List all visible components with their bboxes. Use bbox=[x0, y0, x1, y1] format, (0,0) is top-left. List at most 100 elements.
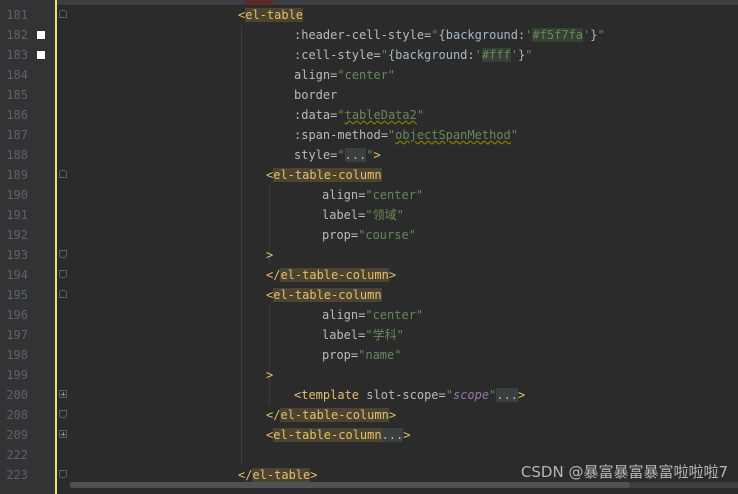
code-line[interactable]: 182:header-cell-style="{background:'#f5f… bbox=[0, 25, 738, 45]
code-line[interactable]: 185 border bbox=[0, 85, 738, 105]
code-token: el-table-column bbox=[273, 168, 382, 182]
code-text: prop="name" bbox=[322, 345, 401, 365]
code-text: align="center" bbox=[322, 305, 423, 325]
collapse-fold-icon[interactable] bbox=[59, 410, 67, 418]
code-token: align= bbox=[322, 188, 366, 202]
line-number: 198 bbox=[6, 348, 28, 362]
horizontal-scrollbar[interactable] bbox=[70, 482, 738, 488]
code-line[interactable]: 194 </el-table-column> bbox=[0, 265, 738, 285]
code-line[interactable]: 191 label="领域" bbox=[0, 205, 738, 225]
line-number: 188 bbox=[6, 148, 28, 162]
code-token: label= bbox=[322, 328, 366, 342]
code-token: prop= bbox=[322, 228, 359, 242]
line-number: 190 bbox=[6, 188, 28, 202]
code-token: ... bbox=[344, 148, 367, 162]
code-token: :data= bbox=[294, 108, 338, 122]
code-token: } bbox=[590, 28, 598, 42]
code-line[interactable]: 193 > bbox=[0, 245, 738, 265]
code-text: prop="course" bbox=[322, 225, 416, 245]
code-text: <template slot-scope="scope"...> bbox=[294, 385, 525, 405]
line-number: 185 bbox=[6, 88, 28, 102]
code-line[interactable]: 183:cell-style="{background:'#fff'}" bbox=[0, 45, 738, 65]
collapse-fold-icon[interactable] bbox=[59, 250, 67, 258]
line-number: 181 bbox=[6, 8, 28, 22]
code-token: " bbox=[366, 148, 374, 162]
code-token: style= bbox=[294, 148, 338, 162]
code-line[interactable]: 209 <el-table-column...> bbox=[0, 425, 738, 445]
code-token: " bbox=[510, 128, 518, 142]
code-line[interactable]: 198 prop="name" bbox=[0, 345, 738, 365]
code-token: > bbox=[373, 148, 381, 162]
collapse-fold-icon[interactable] bbox=[59, 290, 67, 298]
collapse-fold-icon[interactable] bbox=[59, 170, 67, 178]
code-token: "name" bbox=[358, 348, 402, 362]
collapse-fold-icon[interactable] bbox=[59, 470, 67, 478]
code-token: > bbox=[266, 248, 274, 262]
line-number: 195 bbox=[6, 288, 28, 302]
line-number: 223 bbox=[6, 468, 28, 482]
line-number: 209 bbox=[6, 428, 28, 442]
code-text: align="center" bbox=[294, 65, 395, 85]
code-token: > bbox=[388, 408, 397, 422]
code-token: align= bbox=[294, 68, 338, 82]
collapse-fold-icon[interactable] bbox=[59, 10, 67, 18]
code-line[interactable]: 196 align="center" bbox=[0, 305, 738, 325]
code-token: prop= bbox=[322, 348, 359, 362]
code-text: <el-table-column...> bbox=[266, 425, 411, 445]
code-token: "学科" bbox=[365, 328, 404, 342]
code-text: label="领域" bbox=[322, 205, 404, 225]
code-token: objectSpanMethod bbox=[395, 128, 511, 142]
line-number: 182 bbox=[6, 28, 28, 42]
code-token: el-table-column bbox=[280, 408, 389, 422]
line-number: 222 bbox=[6, 448, 28, 462]
code-line[interactable]: 197 label="学科" bbox=[0, 325, 738, 345]
code-token: slot-scope= bbox=[366, 388, 446, 402]
code-token: " bbox=[525, 48, 533, 62]
code-token: " bbox=[416, 108, 425, 122]
code-token: #fff bbox=[481, 48, 511, 62]
code-token: el-table bbox=[252, 468, 311, 482]
code-token: </ bbox=[266, 408, 281, 422]
line-number: 200 bbox=[6, 388, 28, 402]
line-number: 183 bbox=[6, 48, 28, 62]
code-token: {background: bbox=[387, 48, 475, 62]
code-token: </ bbox=[238, 468, 253, 482]
code-line[interactable]: 186:data="tableData2" bbox=[0, 105, 738, 125]
watermark: CSDN @暴富暴富暴富啦啦啦7 bbox=[520, 463, 728, 481]
code-line[interactable]: 192 prop="course" bbox=[0, 225, 738, 245]
line-number: 199 bbox=[6, 368, 28, 382]
line-number: 196 bbox=[6, 308, 28, 322]
collapse-fold-icon[interactable] bbox=[59, 270, 67, 278]
code-line[interactable]: 190 align="center" bbox=[0, 185, 738, 205]
line-number: 192 bbox=[6, 228, 28, 242]
expand-fold-icon[interactable] bbox=[59, 390, 67, 398]
expand-fold-icon[interactable] bbox=[59, 430, 67, 438]
scrollbar-thumb[interactable] bbox=[70, 482, 630, 488]
code-token: el-table-column bbox=[280, 268, 389, 282]
code-line[interactable]: 181 <el-table bbox=[0, 5, 738, 25]
code-line[interactable]: 208 </el-table-column> bbox=[0, 405, 738, 425]
code-text: > bbox=[266, 365, 273, 385]
code-token: " bbox=[337, 108, 345, 122]
code-token: " bbox=[597, 28, 605, 42]
code-line[interactable]: 187:span-method="objectSpanMethod" bbox=[0, 125, 738, 145]
line-number: 194 bbox=[6, 268, 28, 282]
code-token: > bbox=[403, 428, 411, 442]
code-text: label="学科" bbox=[322, 325, 404, 345]
code-token: " bbox=[431, 28, 439, 42]
code-line[interactable]: 184 align="center" bbox=[0, 65, 738, 85]
code-token: "center" bbox=[365, 188, 424, 202]
bookmark-icon[interactable] bbox=[37, 31, 45, 39]
line-number: 193 bbox=[6, 248, 28, 262]
code-line[interactable]: 195 <el-table-column bbox=[0, 285, 738, 305]
code-text: <el-table bbox=[238, 5, 304, 25]
code-line[interactable]: 189 <el-table-column bbox=[0, 165, 738, 185]
code-line[interactable]: 199 > bbox=[0, 365, 738, 385]
code-text: > bbox=[266, 245, 273, 265]
code-line[interactable]: 200 <template slot-scope="scope"...> bbox=[0, 385, 738, 405]
bookmark-icon[interactable] bbox=[37, 51, 45, 59]
code-line[interactable]: 188 style="..."> bbox=[0, 145, 738, 165]
code-token: > bbox=[388, 268, 397, 282]
code-token: > bbox=[266, 368, 274, 382]
code-token: template bbox=[301, 388, 367, 402]
